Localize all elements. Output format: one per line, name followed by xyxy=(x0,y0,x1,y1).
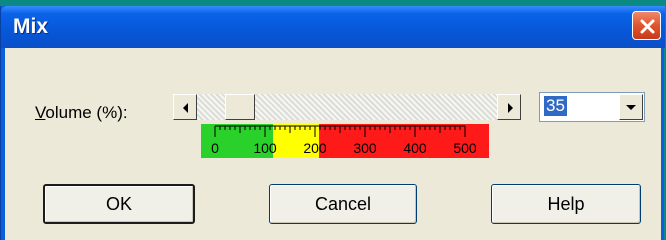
cancel-button[interactable]: Cancel xyxy=(269,184,417,224)
volume-slider[interactable] xyxy=(173,94,521,120)
volume-value[interactable]: 35 xyxy=(544,96,567,116)
volume-label-text: olume (%): xyxy=(45,103,128,122)
close-icon xyxy=(640,19,655,34)
scroll-left-button[interactable] xyxy=(173,94,197,120)
dialog-body: Volume (%): 0 100 200 300 400 500 35 OK … xyxy=(5,48,661,240)
ruler-tick-label: 300 xyxy=(353,140,377,156)
mix-dialog: Mix Volume (%): 0 100 200 300 400 500 35 xyxy=(0,6,665,240)
ok-button[interactable]: OK xyxy=(43,184,195,224)
window-title: Mix xyxy=(13,15,49,38)
volume-slider-thumb[interactable] xyxy=(225,94,255,120)
scroll-right-button[interactable] xyxy=(497,94,521,120)
ruler-tick-label: 400 xyxy=(403,140,427,156)
volume-combobox[interactable]: 35 xyxy=(539,92,645,122)
volume-label-accesskey: V xyxy=(35,103,46,122)
ruler-tick-label: 500 xyxy=(453,140,477,156)
ruler-tick-label: 0 xyxy=(211,140,219,156)
help-button[interactable]: Help xyxy=(491,184,641,224)
close-button[interactable] xyxy=(632,11,661,40)
arrow-right-icon xyxy=(508,103,513,113)
title-bar[interactable]: Mix xyxy=(1,6,665,48)
volume-dropdown-button[interactable] xyxy=(619,94,643,120)
volume-label: Volume (%): xyxy=(35,103,128,123)
ruler-tick-label: 200 xyxy=(303,140,327,156)
ruler-tick-label: 100 xyxy=(253,140,277,156)
chevron-down-icon xyxy=(626,105,636,110)
arrow-left-icon xyxy=(183,103,188,113)
volume-scale-ruler: 0 100 200 300 400 500 xyxy=(201,124,489,158)
